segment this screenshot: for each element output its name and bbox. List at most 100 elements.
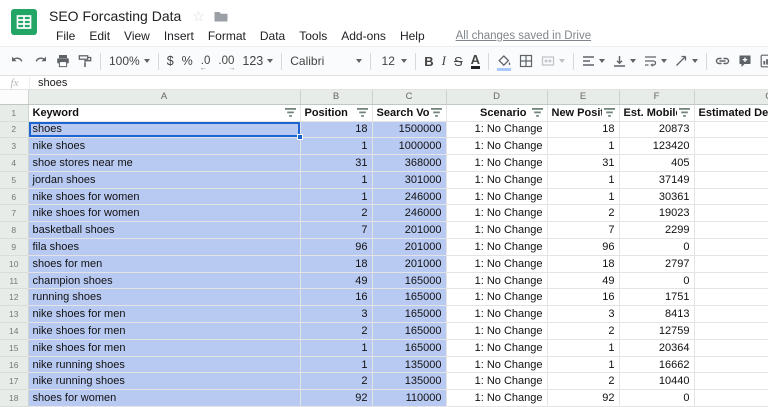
cell[interactable] (694, 121, 768, 139)
cell[interactable] (694, 137, 768, 156)
menu-item[interactable]: File (49, 27, 82, 45)
cell[interactable] (694, 204, 768, 223)
row-number[interactable]: 3 (0, 137, 29, 156)
cell[interactable]: 1: No Change (446, 137, 548, 156)
menu-item[interactable]: Edit (82, 27, 117, 45)
cell[interactable]: 96 (547, 238, 620, 256)
cell[interactable]: 165000 (372, 322, 447, 340)
cell[interactable] (694, 221, 768, 240)
cell[interactable]: 1: No Change (446, 322, 548, 340)
column-header-b[interactable]: B (300, 90, 373, 105)
cell[interactable]: 16 (300, 288, 373, 307)
save-status-link[interactable]: All changes saved in Drive (456, 30, 592, 42)
cell[interactable]: 18 (300, 255, 373, 273)
cell[interactable]: 246000 (372, 204, 447, 223)
cell[interactable]: 1: No Change (446, 221, 548, 240)
text-wrap-button[interactable] (640, 49, 671, 73)
row-number[interactable]: 9 (0, 238, 29, 256)
cell[interactable]: 30361 (619, 188, 695, 206)
row-number[interactable]: 12 (0, 288, 29, 307)
cell[interactable]: shoes for women (28, 389, 301, 407)
menu-item[interactable]: Add-ons (334, 27, 393, 45)
cell[interactable]: 301000 (372, 171, 447, 189)
column-header-f[interactable]: F (619, 90, 695, 105)
italic-button[interactable]: I (438, 49, 450, 73)
cell[interactable] (694, 272, 768, 290)
row-number[interactable]: 16 (0, 356, 29, 374)
fill-handle[interactable] (296, 134, 303, 141)
row-number[interactable]: 15 (0, 339, 29, 357)
cell[interactable]: 20873 (619, 121, 695, 139)
format-percent-button[interactable]: % (178, 49, 197, 73)
cell[interactable]: 0 (619, 389, 695, 407)
cell[interactable]: 31 (547, 154, 620, 172)
cell[interactable]: 1: No Change (446, 272, 548, 290)
strikethrough-button[interactable]: S (450, 49, 467, 73)
cell[interactable]: 1: No Change (446, 305, 548, 324)
cell[interactable]: 2 (300, 322, 373, 340)
cell[interactable]: 2 (547, 372, 620, 391)
undo-button[interactable] (6, 49, 29, 73)
bold-button[interactable]: B (420, 49, 437, 73)
cell[interactable]: 1751 (619, 288, 695, 307)
cell[interactable]: 2 (547, 204, 620, 223)
header-cell-new-position[interactable]: New Position (547, 104, 620, 122)
cell[interactable]: 368000 (372, 154, 447, 172)
cell[interactable]: 96 (300, 238, 373, 256)
merge-cells-button[interactable] (537, 49, 569, 73)
cell[interactable]: 1 (547, 171, 620, 189)
cell[interactable]: 135000 (372, 372, 447, 391)
cell[interactable]: 7 (547, 221, 620, 240)
horizontal-align-button[interactable] (578, 49, 609, 73)
cell[interactable]: 165000 (372, 272, 447, 290)
column-header-a[interactable]: A (28, 90, 301, 105)
cell[interactable]: 1: No Change (446, 238, 548, 256)
menu-item[interactable]: Format (201, 27, 253, 45)
row-number[interactable]: 8 (0, 221, 29, 240)
cell[interactable]: 1: No Change (446, 288, 548, 307)
cell[interactable] (694, 339, 768, 357)
cell[interactable]: 7 (300, 221, 373, 240)
cell[interactable] (694, 171, 768, 189)
column-header-d[interactable]: D (446, 90, 548, 105)
row-number[interactable]: 6 (0, 188, 29, 206)
cell[interactable]: 2299 (619, 221, 695, 240)
vertical-align-button[interactable] (609, 49, 640, 73)
cell[interactable]: fila shoes (28, 238, 301, 256)
cell[interactable]: 1 (547, 137, 620, 156)
cell[interactable]: 1: No Change (446, 372, 548, 391)
cell[interactable]: 2 (547, 322, 620, 340)
row-number[interactable]: 10 (0, 255, 29, 273)
cell[interactable]: 2 (300, 372, 373, 391)
cell[interactable]: 92 (300, 389, 373, 407)
cell[interactable]: nike running shoes (28, 372, 301, 391)
cell[interactable]: 135000 (372, 356, 447, 374)
font-family-select[interactable]: Calibri (286, 49, 366, 73)
cell[interactable]: 12759 (619, 322, 695, 340)
cell[interactable]: nike shoes for men (28, 339, 301, 357)
cell[interactable]: 16662 (619, 356, 695, 374)
cell[interactable]: 1: No Change (446, 356, 548, 374)
cell[interactable]: 1 (300, 137, 373, 156)
cell[interactable]: champion shoes (28, 272, 301, 290)
sheets-logo-icon[interactable] (11, 9, 37, 35)
cell[interactable]: 165000 (372, 339, 447, 357)
cell[interactable]: 49 (300, 272, 373, 290)
cell[interactable]: 3 (547, 305, 620, 324)
cell[interactable]: 0 (619, 238, 695, 256)
cell[interactable]: nike running shoes (28, 356, 301, 374)
cell[interactable]: 2797 (619, 255, 695, 273)
row-number[interactable]: 1 (0, 104, 29, 122)
cell[interactable]: 8413 (619, 305, 695, 324)
cell[interactable]: 165000 (372, 305, 447, 324)
row-number[interactable]: 2 (0, 121, 29, 139)
cell[interactable]: 49 (547, 272, 620, 290)
row-number[interactable]: 17 (0, 372, 29, 391)
cell[interactable]: 16 (547, 288, 620, 307)
menu-item[interactable]: Tools (292, 27, 334, 45)
filter-funnel-icon[interactable] (356, 108, 368, 117)
cell[interactable]: 18 (300, 121, 373, 139)
cell[interactable]: 19023 (619, 204, 695, 223)
cell[interactable] (694, 154, 768, 172)
increase-decimal-button[interactable]: .00 → (214, 49, 238, 73)
